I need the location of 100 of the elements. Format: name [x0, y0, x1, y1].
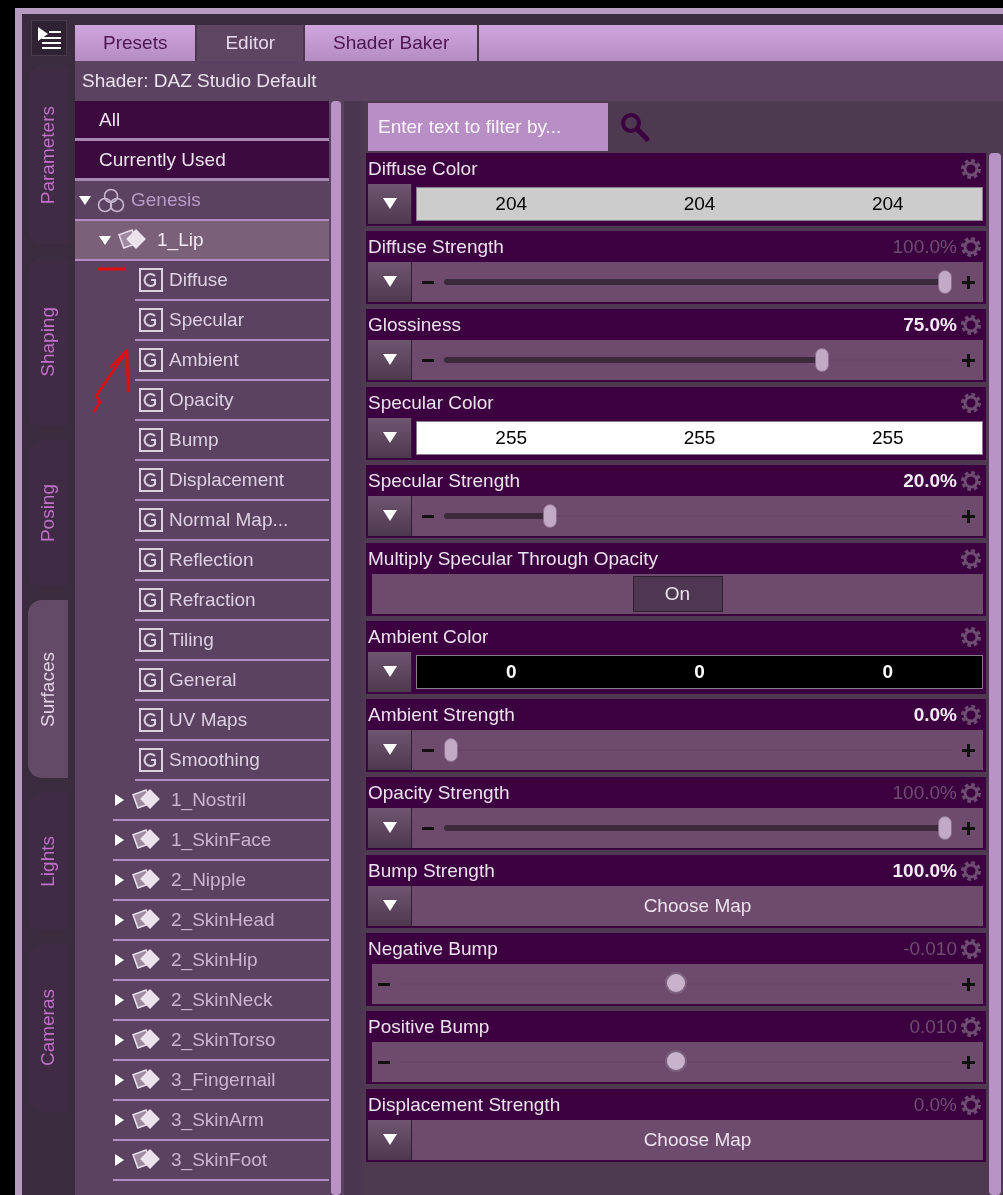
side-tab[interactable]: Lights: [28, 792, 68, 930]
dropdown-button[interactable]: [368, 1120, 412, 1160]
color-value: 255: [683, 427, 716, 449]
filter-field[interactable]: Enter text to filter by...: [368, 103, 608, 151]
group-name[interactable]: Normal Map...: [169, 509, 289, 531]
dropdown-button[interactable]: [368, 886, 412, 926]
collapsed-arrow-icon[interactable]: [113, 1074, 125, 1086]
surface-name[interactable]: 2_SkinNeck: [171, 989, 273, 1011]
surface-name[interactable]: 2_SkinHip: [171, 949, 258, 971]
group-name[interactable]: Reflection: [169, 549, 254, 571]
scrollbar[interactable]: [331, 101, 341, 1195]
slider-handle[interactable]: [444, 738, 458, 762]
dropdown-button[interactable]: [368, 418, 412, 458]
group-name[interactable]: Diffuse: [169, 269, 228, 291]
slider-handle[interactable]: [542, 504, 557, 528]
dropdown-button[interactable]: [368, 808, 412, 848]
annotation-underline: [97, 267, 125, 271]
collapsed-arrow-icon[interactable]: [113, 874, 125, 886]
group-name[interactable]: Smoothing: [169, 749, 260, 771]
choose-map-button[interactable]: Choose Map: [412, 886, 983, 926]
color-value: 255: [871, 427, 904, 449]
surface-name[interactable]: 3_SkinFoot: [171, 1149, 268, 1171]
property-name: Ambient Strength: [368, 703, 515, 726]
group-name[interactable]: UV Maps: [169, 709, 248, 731]
slider[interactable]: [412, 808, 983, 848]
group-icon: [139, 748, 163, 772]
dropdown-button[interactable]: [368, 340, 412, 380]
side-tab[interactable]: Posing: [28, 440, 68, 586]
toggle-button[interactable]: On: [632, 576, 723, 612]
gear-icon: [959, 312, 983, 337]
slider[interactable]: [372, 964, 983, 1004]
surface-name[interactable]: 3_Fingernail: [171, 1069, 276, 1091]
group-name[interactable]: Specular: [169, 309, 244, 331]
slider[interactable]: [412, 340, 983, 380]
tab[interactable]: Presets: [75, 25, 198, 61]
color-field[interactable]: 255 255 255: [416, 421, 983, 455]
plus-icon: [962, 353, 975, 367]
property-name: Glossiness: [368, 313, 461, 336]
slider[interactable]: [412, 496, 983, 536]
collapsed-arrow-icon[interactable]: [113, 1154, 125, 1166]
group-name[interactable]: Opacity: [169, 389, 234, 411]
dropdown-button[interactable]: [368, 184, 412, 224]
surface-name[interactable]: Genesis: [131, 189, 201, 211]
color-field[interactable]: 204 204 204: [416, 187, 983, 221]
slider-handle[interactable]: [665, 1050, 687, 1072]
property-value: 100.0%: [892, 781, 957, 804]
annotation-arrow: [92, 348, 130, 414]
property-name: Bump Strength: [368, 859, 495, 882]
side-tab[interactable]: Shaping: [28, 258, 68, 426]
collapsed-arrow-icon[interactable]: [113, 1034, 125, 1046]
group-name[interactable]: Bump: [169, 429, 219, 451]
gear-icon: [959, 390, 983, 415]
surface-name[interactable]: 2_SkinHead: [171, 909, 275, 931]
collapsed-arrow-icon[interactable]: [113, 954, 125, 966]
surface-name[interactable]: 1_SkinFace: [171, 829, 272, 851]
side-tab[interactable]: Cameras: [28, 944, 68, 1112]
scrollbar[interactable]: [989, 153, 1001, 1195]
color-value: 0: [882, 661, 894, 683]
group-name[interactable]: Ambient: [169, 349, 239, 371]
dropdown-button[interactable]: [368, 496, 412, 536]
panel-menu-button[interactable]: [31, 20, 67, 56]
color-value: 0: [694, 661, 705, 683]
expanded-arrow-icon[interactable]: [79, 194, 91, 206]
slider-handle[interactable]: [938, 270, 952, 294]
property-value: 20.0%: [903, 469, 957, 492]
tab[interactable]: Editor: [197, 25, 306, 61]
collapsed-arrow-icon[interactable]: [113, 834, 125, 846]
gear-icon: [959, 468, 983, 493]
collapsed-arrow-icon[interactable]: [113, 1114, 125, 1126]
slider[interactable]: [412, 262, 983, 302]
group-name[interactable]: General: [169, 669, 237, 691]
side-tab[interactable]: Surfaces: [28, 600, 68, 778]
slider-handle[interactable]: [665, 972, 687, 994]
tab[interactable]: Shader Baker: [305, 25, 480, 61]
slider-handle[interactable]: [938, 816, 952, 840]
side-tab[interactable]: Parameters: [28, 66, 68, 244]
surface-name[interactable]: 1_Nostril: [171, 789, 246, 811]
surface-name[interactable]: 2_Nipple: [171, 869, 246, 891]
group-name[interactable]: Refraction: [169, 589, 256, 611]
surface-name[interactable]: 2_SkinTorso: [171, 1029, 276, 1051]
choose-map-button[interactable]: Choose Map: [412, 1120, 983, 1160]
collapsed-arrow-icon[interactable]: [113, 914, 125, 926]
color-field[interactable]: 0 0 0: [416, 655, 983, 689]
slider[interactable]: [412, 730, 983, 770]
group-icon: [139, 308, 163, 332]
slider-handle[interactable]: [814, 348, 829, 372]
filter-item[interactable]: All: [75, 101, 329, 141]
collapsed-arrow-icon[interactable]: [113, 794, 125, 806]
surface-name[interactable]: 3_SkinArm: [171, 1109, 264, 1131]
dropdown-button[interactable]: [368, 262, 412, 302]
filter-item[interactable]: Currently Used: [75, 141, 329, 181]
gear-icon: [959, 858, 983, 883]
dropdown-button[interactable]: [368, 730, 412, 770]
expanded-arrow-icon[interactable]: [99, 234, 111, 246]
collapsed-arrow-icon[interactable]: [113, 994, 125, 1006]
group-name[interactable]: Tiling: [169, 629, 214, 651]
dropdown-button[interactable]: [368, 652, 412, 692]
surface-name[interactable]: 1_Lip: [157, 229, 204, 251]
slider[interactable]: [372, 1042, 983, 1082]
group-name[interactable]: Displacement: [169, 469, 285, 491]
